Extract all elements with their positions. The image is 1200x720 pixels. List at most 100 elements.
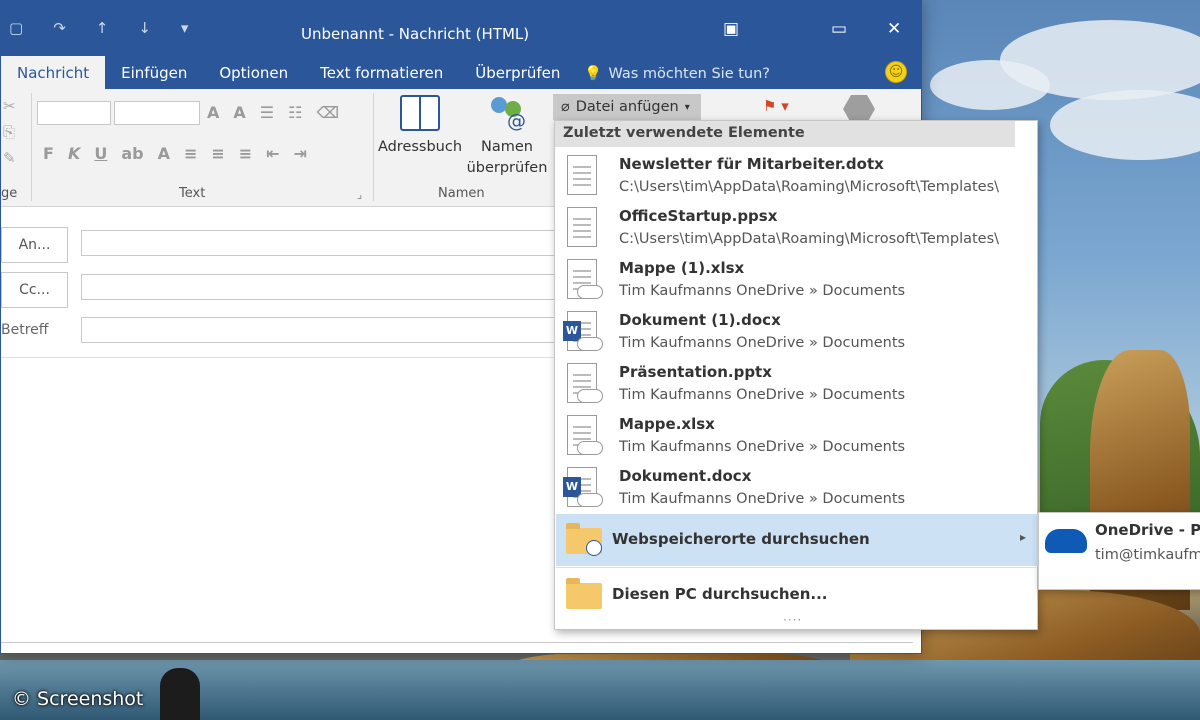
ribbon-display-options-icon[interactable]: ▣ — [723, 19, 739, 39]
to-button[interactable]: An... — [1, 227, 68, 263]
cloud-icon — [577, 337, 603, 351]
close-icon[interactable]: ✕ — [887, 19, 901, 39]
recent-item[interactable]: W Dokument (1).docx Tim Kaufmanns OneDri… — [555, 307, 1037, 359]
subject-label: Betreff — [1, 322, 49, 338]
recent-item-name: Mappe.xlsx — [619, 415, 715, 433]
chevron-right-icon: ▸ — [1019, 530, 1026, 544]
align-left-icon[interactable]: ≡ — [184, 144, 197, 163]
recent-item[interactable]: Newsletter für Mitarbeiter.dotx C:\Users… — [555, 151, 1037, 203]
save-icon[interactable]: ▢ — [9, 19, 23, 37]
font-color-icon[interactable]: A — [158, 144, 170, 163]
align-center-icon[interactable]: ≡ — [211, 144, 224, 163]
tab-ueberpruefen[interactable]: Überprüfen — [459, 56, 576, 89]
font-size-tools: A A ☰ ☷ ⌫ — [207, 103, 339, 122]
recent-item[interactable]: OfficeStartup.ppsx C:\Users\tim\AppData\… — [555, 203, 1037, 255]
font-size-combo[interactable] — [114, 101, 200, 125]
recent-item-name: Newsletter für Mitarbeiter.dotx — [619, 155, 884, 173]
addin-icon[interactable] — [843, 95, 875, 123]
address-book-button[interactable]: Adressbuch — [375, 95, 465, 158]
recent-item-name: Präsentation.pptx — [619, 363, 772, 381]
folder-icon — [566, 578, 602, 609]
format-painter-icon[interactable]: ✎ — [3, 149, 16, 167]
recent-item-path: Tim Kaufmanns OneDrive » Documents — [619, 335, 906, 351]
underline-icon[interactable]: U — [94, 144, 107, 163]
follow-up-flag-icon[interactable]: ⚑ ▾ — [763, 97, 789, 115]
tab-optionen[interactable]: Optionen — [203, 56, 304, 89]
title-bar: ▢ ↷ ↑ ↓ ▾ Unbenannt - Nachricht (HTML) ▣… — [1, 1, 921, 56]
recent-item-name: Dokument.docx — [619, 467, 752, 485]
quick-access-toolbar: ▢ ↷ ↑ ↓ ▾ — [1, 19, 188, 37]
check-names-label-1: Namen — [481, 139, 533, 155]
document-icon — [567, 207, 597, 247]
feedback-smiley-icon[interactable]: ☺ — [885, 61, 907, 83]
browse-web-locations-item[interactable]: Webspeicherorte durchsuchen ▸ — [556, 514, 1038, 566]
shrink-font-icon[interactable]: A — [233, 103, 245, 122]
resize-grip-icon[interactable]: ···· — [783, 613, 802, 627]
paperclip-icon: ⌀ — [561, 99, 570, 115]
format-tools: F K U ab A ≡ ≡ ≡ ⇤ ⇥ — [43, 144, 307, 163]
recent-item[interactable]: Mappe.xlsx Tim Kaufmanns OneDrive » Docu… — [555, 411, 1037, 463]
browse-pc-label: Diesen PC durchsuchen... — [612, 585, 828, 603]
recent-item[interactable]: W Dokument.docx Tim Kaufmanns OneDrive »… — [555, 463, 1037, 515]
recent-item-name: OfficeStartup.ppsx — [619, 207, 778, 225]
up-arrow-icon[interactable]: ↑ — [96, 19, 109, 37]
cloud-icon — [577, 441, 603, 455]
attach-file-menu: Zuletzt verwendete Elemente Newsletter f… — [554, 120, 1038, 630]
numbering-icon[interactable]: ☷ — [288, 103, 302, 122]
recent-item-path: C:\Users\tim\AppData\Roaming\Microsoft\T… — [619, 231, 1000, 247]
recent-item-path: Tim Kaufmanns OneDrive » Documents — [619, 283, 906, 299]
recent-item-path: Tim Kaufmanns OneDrive » Documents — [619, 491, 906, 507]
bold-icon[interactable]: F — [43, 144, 54, 163]
address-book-label: Adressbuch — [377, 139, 463, 155]
onedrive-title: OneDrive - Pe — [1095, 521, 1200, 539]
check-names-button[interactable]: @ Namen überprüfen — [461, 95, 553, 179]
text-group-label: Text — [179, 186, 206, 201]
onedrive-email: tim@timkaufm — [1095, 547, 1200, 563]
text-group-launcher-icon[interactable]: ⌟ — [357, 188, 362, 201]
recent-item[interactable]: Mappe (1).xlsx Tim Kaufmanns OneDrive » … — [555, 255, 1037, 307]
cc-button[interactable]: Cc... — [1, 272, 68, 308]
address-book-icon — [400, 95, 440, 131]
onedrive-submenu: OneDrive - Pe tim@timkaufm — [1038, 512, 1200, 590]
cut-icon[interactable]: ✂ — [3, 97, 16, 115]
grow-font-icon[interactable]: A — [207, 103, 219, 122]
cloud-icon — [577, 493, 603, 507]
tab-nachricht[interactable]: Nachricht — [1, 56, 106, 89]
increase-indent-icon[interactable]: ⇥ — [294, 144, 307, 163]
italic-icon[interactable]: K — [68, 144, 80, 163]
clipboard-group-label: ge — [1, 186, 18, 201]
cloud-icon — [577, 389, 603, 403]
window-title: Unbenannt - Nachricht (HTML) — [301, 25, 530, 43]
document-icon — [567, 155, 597, 195]
customize-qat-icon[interactable]: ▾ — [181, 19, 189, 37]
cloud-icon — [577, 285, 603, 299]
attach-file-label: Datei anfügen — [575, 99, 679, 115]
clear-formatting-icon[interactable]: ⌫ — [316, 103, 339, 122]
tab-text-formatieren[interactable]: Text formatieren — [304, 56, 459, 89]
down-arrow-icon[interactable]: ↓ — [138, 19, 151, 37]
tab-einfuegen[interactable]: Einfügen — [105, 56, 203, 89]
onedrive-account-item[interactable]: OneDrive - Pe tim@timkaufm — [1039, 513, 1200, 589]
copy-icon[interactable]: ⎘ — [3, 123, 15, 141]
globe-icon — [586, 540, 602, 556]
bullets-icon[interactable]: ☰ — [260, 103, 274, 122]
recent-item-name: Mappe (1).xlsx — [619, 259, 745, 277]
runner-silhouette — [160, 668, 200, 720]
tell-me-text: Was möchten Sie tun? — [608, 66, 770, 82]
onedrive-cloud-icon — [1045, 529, 1087, 553]
highlight-icon[interactable]: ab — [121, 144, 143, 163]
ribbon-tabs: Nachricht Einfügen Optionen Text formati… — [1, 56, 921, 89]
font-name-combo[interactable] — [37, 101, 111, 125]
recent-item-name: Dokument (1).docx — [619, 311, 781, 329]
lightbulb-icon: 💡 — [584, 66, 603, 82]
message-body[interactable] — [1, 361, 561, 639]
attach-file-button[interactable]: ⌀ Datei anfügen ▾ — [553, 94, 701, 120]
align-right-icon[interactable]: ≡ — [239, 144, 252, 163]
recent-item-path: C:\Users\tim\AppData\Roaming\Microsoft\T… — [619, 179, 1000, 195]
check-names-icon: @ — [487, 95, 527, 132]
maximize-icon[interactable]: ▭ — [831, 19, 847, 39]
tell-me-box[interactable]: 💡 Was möchten Sie tun? — [576, 56, 778, 89]
recent-item[interactable]: Präsentation.pptx Tim Kaufmanns OneDrive… — [555, 359, 1037, 411]
decrease-indent-icon[interactable]: ⇤ — [266, 144, 279, 163]
redo-icon[interactable]: ↷ — [53, 19, 66, 37]
